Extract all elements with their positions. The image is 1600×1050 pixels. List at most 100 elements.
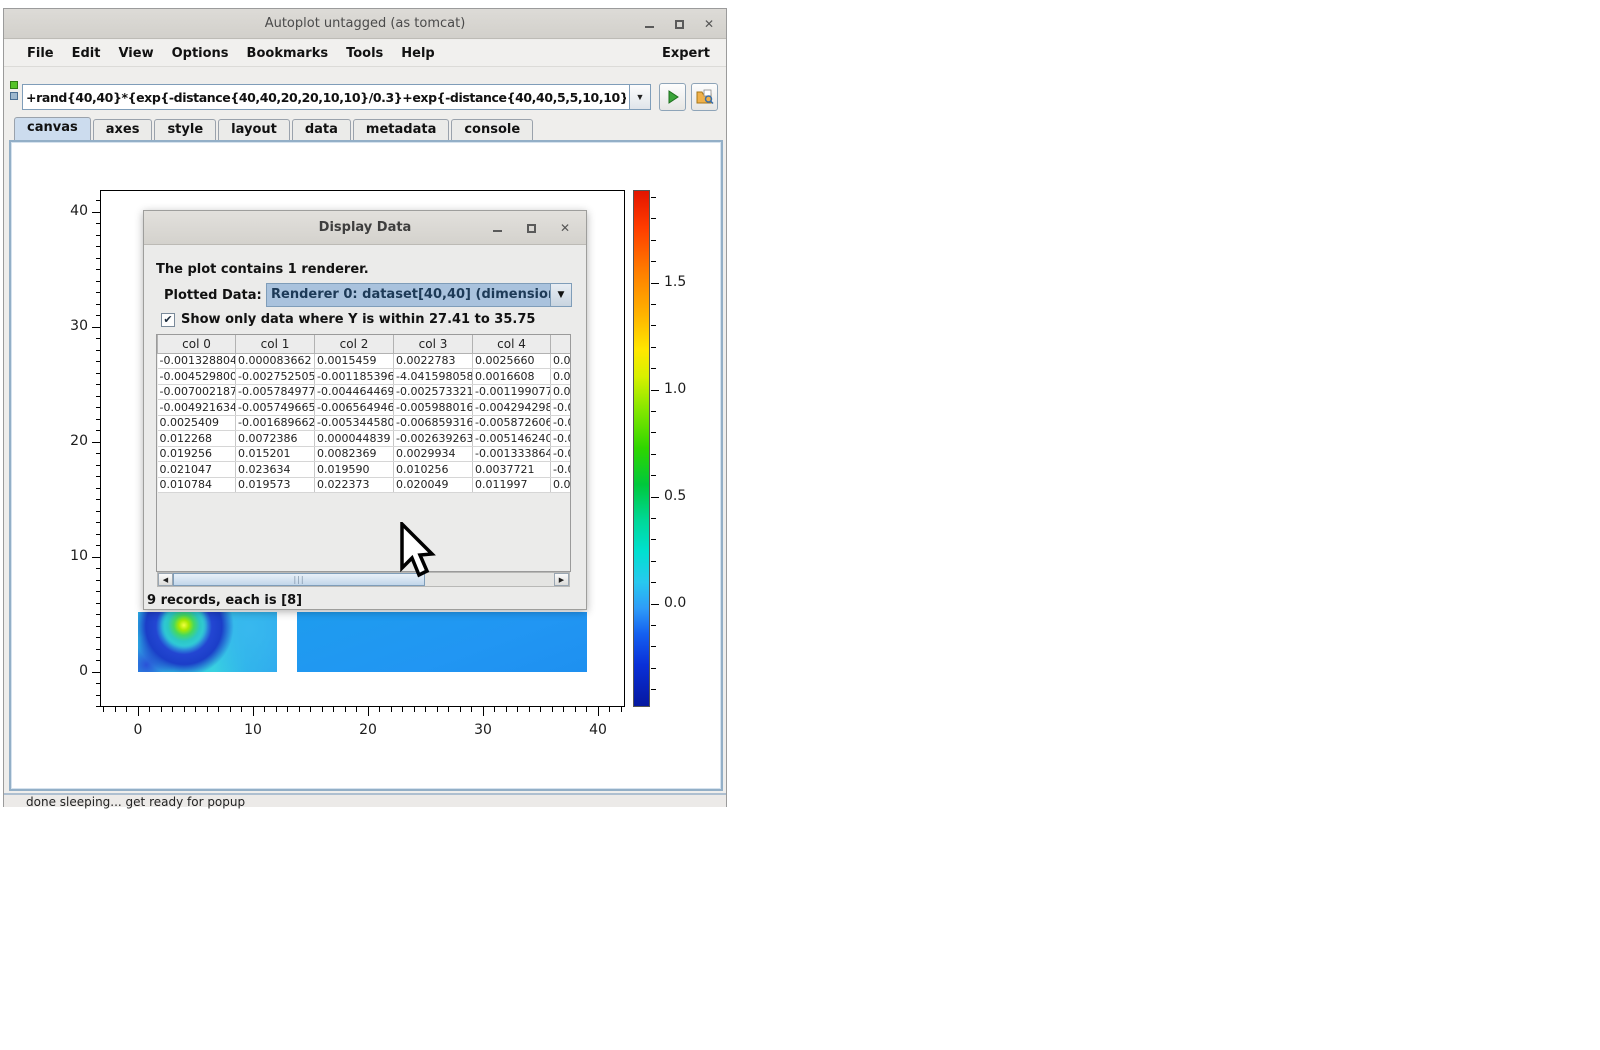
x-axis-tick — [161, 707, 162, 712]
table-row[interactable]: 0.0210470.0236340.0195900.0102560.003772… — [158, 462, 572, 478]
column-header[interactable]: col 3 — [394, 335, 473, 353]
y-axis-tick — [96, 315, 100, 316]
table-row[interactable]: 0.0025409-0.001689662...-0.005344580...-… — [158, 415, 572, 431]
column-header[interactable] — [551, 335, 572, 353]
window-titlebar[interactable]: Autoplot untagged (as tomcat) ✕ — [4, 9, 726, 39]
go-button[interactable] — [659, 83, 686, 111]
filter-checkbox[interactable]: ✔ — [161, 313, 175, 327]
table-cell: 0.021047 — [158, 462, 236, 478]
y-axis-tick — [96, 373, 100, 374]
tab-data[interactable]: data — [292, 119, 351, 140]
y-axis-tick — [96, 361, 100, 362]
dialog-close-icon[interactable]: ✕ — [558, 221, 572, 235]
scroll-left-icon[interactable]: ◀ — [158, 573, 173, 586]
y-axis-tick-label: 10 — [54, 548, 88, 564]
data-table-scrollpane[interactable]: col 0col 1col 2col 3col 4 -0.001328804..… — [156, 334, 571, 572]
menu-file[interactable]: File — [18, 42, 63, 65]
dialog-minimize-icon[interactable] — [490, 221, 504, 235]
colorbar — [633, 190, 650, 707]
table-cell: -0.005988016... — [394, 400, 473, 416]
column-header[interactable]: col 2 — [315, 335, 394, 353]
y-axis-tick-label: 0 — [54, 663, 88, 679]
combo-dropdown-icon[interactable]: ▼ — [550, 284, 571, 306]
table-cell: -0.007002187... — [158, 384, 236, 400]
table-row[interactable]: 0.0107840.0195730.0223730.0200490.011997… — [158, 477, 572, 493]
inspect-file-button[interactable] — [691, 83, 718, 111]
tab-style[interactable]: style — [154, 119, 216, 140]
x-axis-tick — [563, 707, 564, 712]
table-cell: 0.012268 — [158, 431, 236, 447]
table-cell: -0.006859316... — [394, 415, 473, 431]
scroll-right-icon[interactable]: ▶ — [554, 573, 569, 586]
x-axis-tick — [356, 707, 357, 712]
menu-expert[interactable]: Expert — [660, 42, 712, 65]
table-cell: -0.0 — [551, 415, 572, 431]
y-axis-tick — [96, 603, 100, 604]
colorbar-tick — [651, 240, 656, 241]
y-axis-tick — [96, 384, 100, 385]
x-axis-tick — [483, 707, 484, 716]
y-axis-tick — [96, 338, 100, 339]
x-axis-tick — [506, 707, 507, 712]
scrollbar-track[interactable]: ||| — [173, 573, 554, 586]
tab-console[interactable]: console — [451, 119, 533, 140]
menu-view[interactable]: View — [109, 42, 162, 65]
x-axis-tick — [230, 707, 231, 712]
colorbar-tick — [651, 646, 656, 647]
dialog-maximize-icon[interactable] — [524, 221, 538, 235]
maximize-icon[interactable] — [672, 17, 686, 31]
tab-metadata[interactable]: metadata — [353, 119, 449, 140]
y-axis-tick-label: 40 — [54, 203, 88, 219]
table-row[interactable]: -0.004529800...-0.002752505...-0.0011853… — [158, 369, 572, 385]
table-cell: -0.001689662... — [236, 415, 315, 431]
plotted-data-select[interactable]: Renderer 0: dataset[40,40] (dimension...… — [266, 283, 572, 307]
y-axis-tick — [96, 304, 100, 305]
column-header[interactable]: col 4 — [473, 335, 551, 353]
horizontal-scrollbar[interactable]: ◀ ||| ▶ — [157, 572, 570, 587]
y-axis-tick — [96, 706, 100, 707]
uri-dropdown-icon[interactable]: ▼ — [629, 85, 650, 109]
mouse-cursor-icon — [398, 522, 438, 582]
uri-input[interactable] — [23, 85, 629, 109]
y-axis-tick — [96, 430, 100, 431]
dialog-titlebar[interactable]: Display Data ✕ — [144, 211, 586, 245]
y-axis-tick — [96, 568, 100, 569]
table-cell: 0.0072386 — [236, 431, 315, 447]
table-cell: 0.0025409 — [158, 415, 236, 431]
column-header[interactable]: col 0 — [158, 335, 236, 353]
x-axis-tick — [437, 707, 438, 712]
table-row[interactable]: -0.007002187...-0.005784977...-0.0044644… — [158, 384, 572, 400]
table-cell: 0.023634 — [236, 462, 315, 478]
y-axis-tick — [96, 200, 100, 201]
table-cell: -0.0 — [551, 462, 572, 478]
x-axis-tick — [276, 707, 277, 712]
table-row[interactable]: -0.001328804...0.0000836620.00154590.002… — [158, 353, 572, 369]
x-axis-tick — [241, 707, 242, 712]
menu-help[interactable]: Help — [392, 42, 443, 65]
table-cell: 0.0022783 — [394, 353, 473, 369]
colorbar-tick — [651, 625, 656, 626]
tab-axes[interactable]: axes — [93, 119, 153, 140]
table-row[interactable]: 0.0192560.0152010.00823690.0029934-0.001… — [158, 446, 572, 462]
menu-options[interactable]: Options — [163, 42, 238, 65]
colorbar-tick-label: 0.0 — [664, 595, 686, 611]
table-cell: -0.004294298... — [473, 400, 551, 416]
close-icon[interactable]: ✕ — [702, 17, 716, 31]
menu-edit[interactable]: Edit — [63, 42, 110, 65]
column-header[interactable]: col 1 — [236, 335, 315, 353]
scrollbar-thumb[interactable]: ||| — [173, 573, 425, 586]
filter-checkbox-label: Show only data where Y is within 27.41 t… — [181, 312, 535, 327]
tab-layout[interactable]: layout — [218, 119, 290, 140]
table-cell: 0.0015459 — [315, 353, 394, 369]
menu-tools[interactable]: Tools — [337, 42, 392, 65]
y-axis-tick — [96, 660, 100, 661]
table-row[interactable]: -0.004921634...-0.005749665...-0.0065649… — [158, 400, 572, 416]
y-axis-tick — [96, 407, 100, 408]
table-cell: 0.019573 — [236, 477, 315, 493]
x-axis-tick — [586, 707, 587, 712]
menu-bookmarks[interactable]: Bookmarks — [238, 42, 338, 65]
minimize-icon[interactable] — [642, 17, 656, 31]
table-row[interactable]: 0.0122680.00723860.000044839-0.002639263… — [158, 431, 572, 447]
tab-canvas[interactable]: canvas — [14, 117, 91, 140]
table-cell: 0.000083662 — [236, 353, 315, 369]
